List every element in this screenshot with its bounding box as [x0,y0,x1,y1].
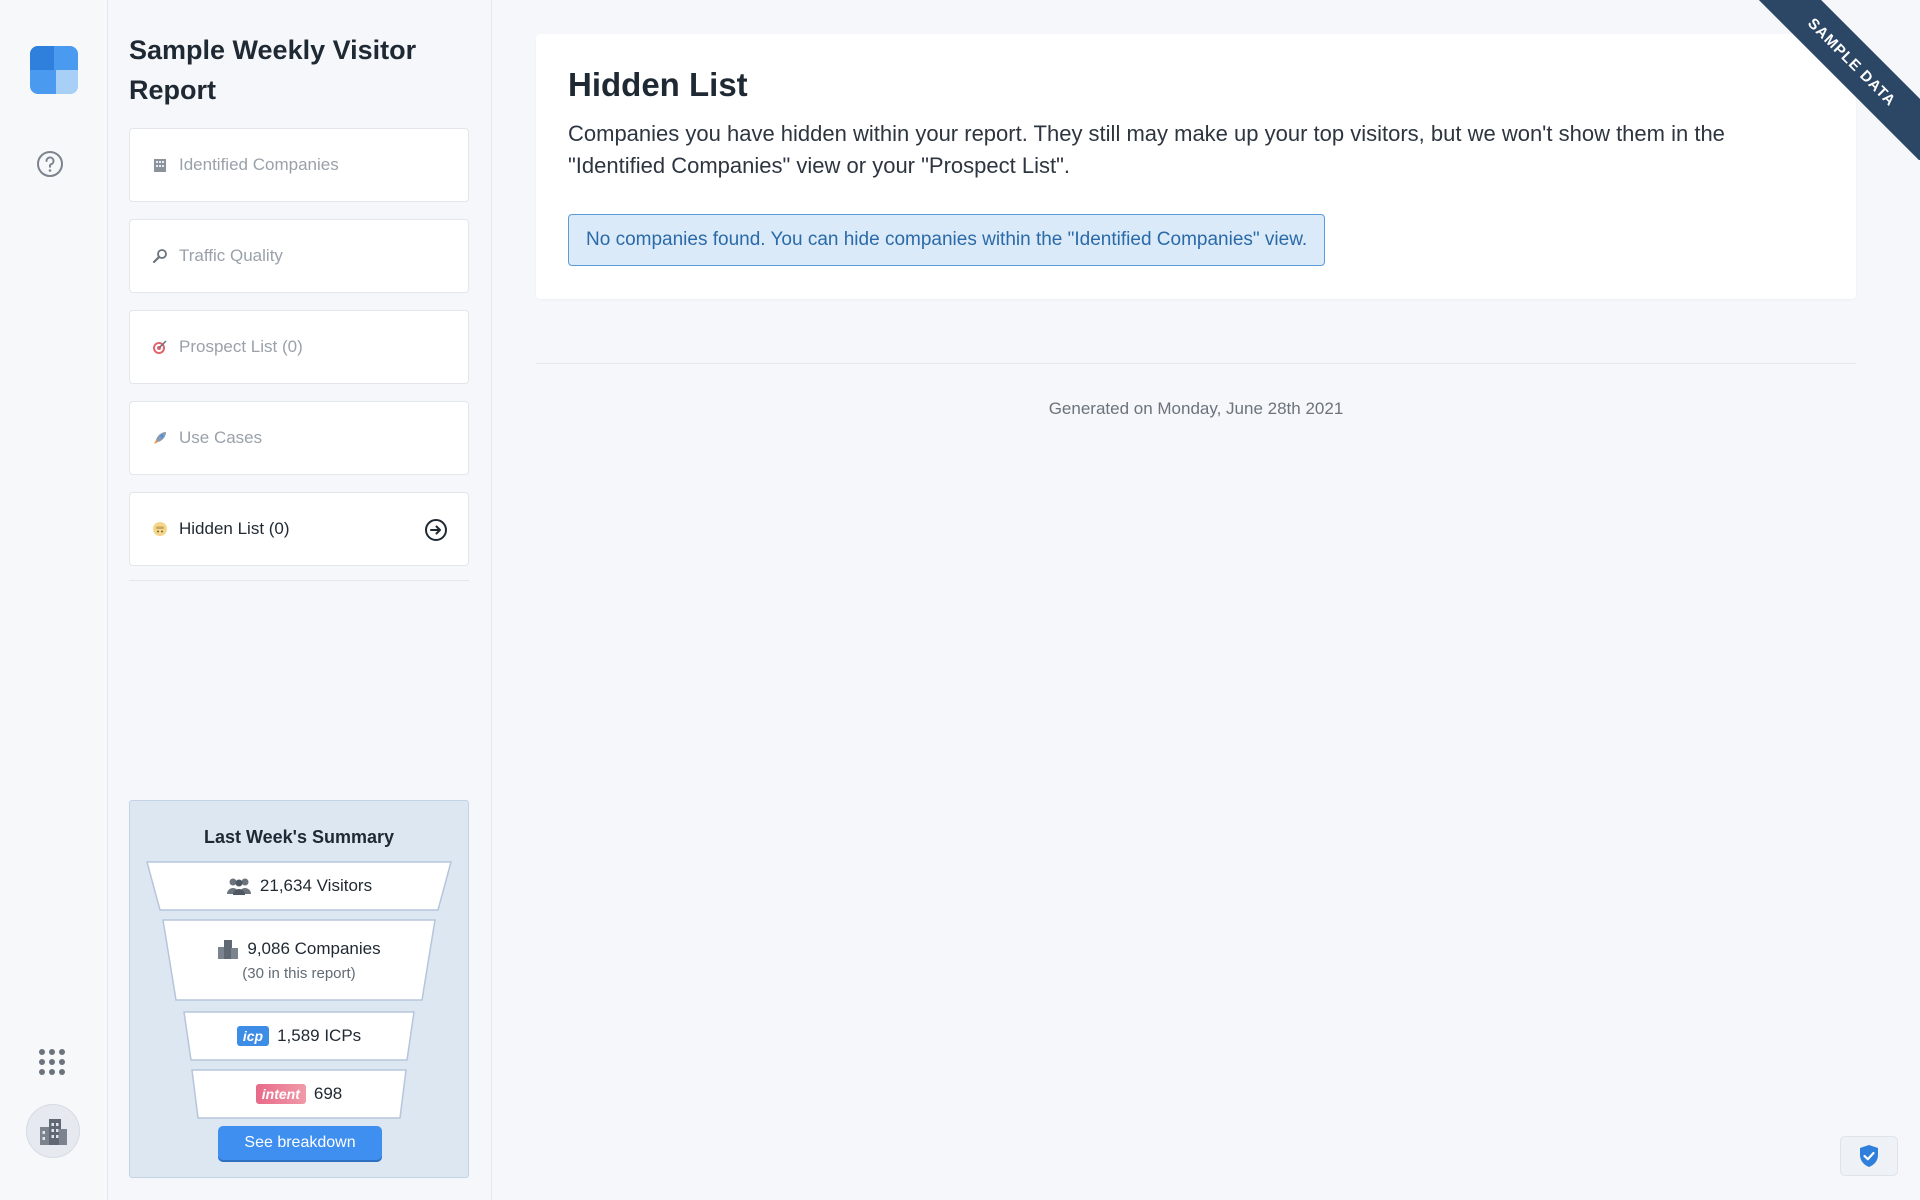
sample-data-ribbon: SAMPLE DATA [1750,0,1920,160]
page-title: Hidden List [568,66,748,103]
account-avatar[interactable] [26,1104,80,1158]
nav-item-prospect-list[interactable]: Prospect List (0) [129,310,469,384]
nav-item-label: Identified Companies [179,155,339,174]
nav-item-label: Prospect List (0) [179,337,303,356]
funnel-icps: icp 1,589 ICPs [183,1011,415,1061]
icon-rail [0,0,108,1200]
shield-check-icon [1860,1145,1878,1167]
hidden-list-card: Hidden List Companies you have hidden wi… [536,34,1856,299]
companies-count: 9,086 Companies [247,938,381,958]
generated-date: Generated on Monday, June 28th 2021 [1048,399,1344,418]
intent-badge: intent [255,1084,306,1104]
sneaky-face-icon [151,520,169,538]
intent-count: 698 [313,1084,343,1103]
icp-badge: icp [236,1026,270,1046]
nav-item-traffic-quality[interactable]: Traffic Quality [129,219,469,293]
page-description: Companies you have hidden within your re… [568,121,1725,178]
target-icon [151,338,169,356]
icps-count: 1,589 ICPs [277,1026,362,1045]
rocket-icon [151,429,169,447]
nav-item-label: Hidden List (0) [179,519,290,538]
building-icon [151,156,169,174]
last-week-summary: Last Week's Summary 21,634 Visitors 9,08… [129,800,469,1178]
companies-in-report: (30 in this report) [242,964,356,982]
sample-data-label: SAMPLE DATA [1750,0,1920,160]
nav-item-label: Traffic Quality [179,246,283,265]
see-breakdown-button[interactable]: See breakdown [218,1126,382,1160]
app-logo-icon[interactable] [30,46,78,94]
arrow-right-circle-icon [424,518,448,542]
content-divider [536,363,1856,364]
people-icon [226,878,251,895]
privacy-badge[interactable] [1840,1136,1898,1176]
nav-item-hidden-list[interactable]: Hidden List (0) [129,492,469,566]
buildings-icon [218,939,239,959]
funnel-intent: intent 698 [191,1069,407,1119]
apps-grid-icon[interactable] [38,1048,66,1076]
report-sidebar: Sample Weekly Visitor Report Identified … [108,0,492,1200]
buildings-icon [40,1119,67,1145]
nav-item-identified-companies[interactable]: Identified Companies [129,128,469,202]
nav-item-label: Use Cases [179,428,263,447]
summary-title: Last Week's Summary [203,827,395,847]
nav-item-use-cases[interactable]: Use Cases [129,401,469,475]
funnel-visitors: 21,634 Visitors [146,861,452,911]
funnel-companies: 9,086 Companies (30 in this report) [162,919,436,1001]
sidebar-divider [129,580,469,581]
magnifier-icon [151,247,169,265]
help-icon[interactable] [36,150,64,178]
report-title: Sample Weekly Visitor Report [129,35,417,105]
empty-state-alert: No companies found. You can hide compani… [568,214,1326,266]
visitors-count: 21,634 Visitors [259,876,373,895]
